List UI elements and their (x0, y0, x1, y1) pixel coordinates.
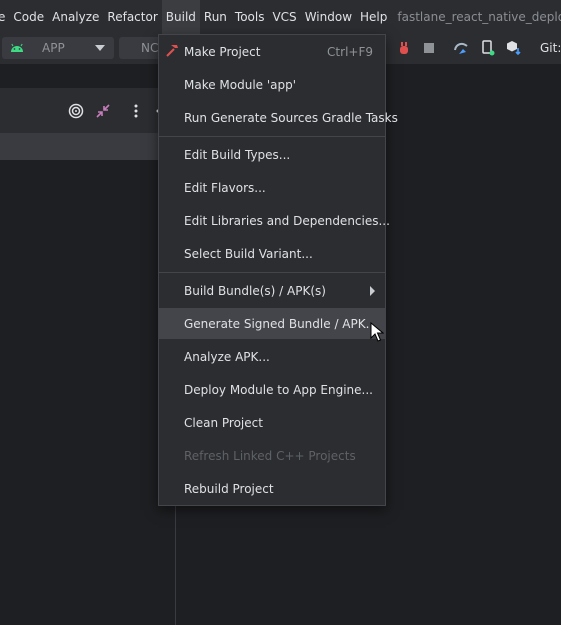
menu-item-edit-flavors[interactable]: Edit Flavors... (159, 172, 385, 203)
collapse-all-icon[interactable] (95, 103, 111, 119)
menu-item-run-generate-sources[interactable]: Run Generate Sources Gradle Tasks (159, 102, 398, 133)
menu-item-edit-libraries[interactable]: Edit Libraries and Dependencies... (159, 205, 390, 236)
sdk-manager-icon[interactable] (506, 40, 522, 56)
menu-item-label: Refresh Linked C++ Projects (184, 448, 356, 463)
menu-item-label: Rebuild Project (184, 481, 274, 496)
menu-refactor[interactable]: Refactor (103, 0, 161, 34)
menu-item-edit-build-types[interactable]: Edit Build Types... (159, 139, 385, 170)
project-tool-window-subheader (0, 133, 175, 160)
menu-vcs[interactable]: VCS (268, 0, 300, 34)
project-title: fastlane_react_native_deployn (397, 10, 561, 24)
target-icon[interactable] (68, 103, 84, 119)
menu-item-rebuild-project[interactable]: Rebuild Project (159, 473, 385, 504)
project-tool-window (0, 88, 175, 625)
stop-icon[interactable] (421, 40, 437, 56)
more-options-icon[interactable] (128, 103, 144, 119)
menu-item-clean-project[interactable]: Clean Project (159, 407, 385, 438)
menu-item-label: Select Build Variant... (184, 246, 313, 261)
menu-item-label: Clean Project (184, 415, 263, 430)
chevron-down-icon (95, 45, 105, 51)
menu-code[interactable]: Code (9, 0, 48, 34)
run-configuration-label: APP (42, 41, 65, 55)
menu-item-label: Deploy Module to App Engine... (184, 382, 373, 397)
attach-debugger-icon[interactable] (396, 40, 412, 56)
device-manager-icon[interactable] (480, 40, 496, 56)
chevron-right-icon (370, 285, 375, 296)
menu-help[interactable]: Help (356, 0, 391, 34)
menu-item-label: Make Module 'app' (184, 77, 297, 92)
mouse-cursor-icon (370, 322, 384, 342)
menu-item-refresh-linked-cpp: Refresh Linked C++ Projects (159, 440, 385, 471)
shortcut-label: Ctrl+F9 (327, 44, 373, 59)
run-configuration-selector[interactable]: APP (2, 37, 114, 59)
build-menu-dropdown: Make Project Ctrl+F9 Make Module 'app' R… (158, 34, 398, 506)
menu-edit[interactable]: e (0, 0, 9, 34)
menu-item-generate-signed-bundle[interactable]: Generate Signed Bundle / APK... (159, 308, 385, 339)
menu-tools[interactable]: Tools (231, 0, 269, 34)
menu-item-make-module[interactable]: Make Module 'app' (159, 69, 385, 100)
menu-item-label: Make Project (184, 44, 261, 59)
menu-item-analyze-apk[interactable]: Analyze APK... (159, 341, 385, 372)
main-menu-bar: e Code Analyze Refactor Build Run Tools … (0, 0, 561, 34)
menu-run[interactable]: Run (200, 0, 231, 34)
sync-gradle-icon[interactable] (453, 40, 469, 56)
menu-build[interactable]: Build (161, 0, 200, 34)
android-icon (11, 43, 23, 52)
menu-item-label: Build Bundle(s) / APK(s) (184, 283, 326, 298)
menu-window[interactable]: Window (301, 0, 356, 34)
project-tool-window-header (0, 88, 175, 133)
menu-item-label: Generate Signed Bundle / APK... (184, 316, 378, 331)
menu-item-build-bundles-apks[interactable]: Build Bundle(s) / APK(s) (159, 275, 385, 306)
menu-item-deploy-app-engine[interactable]: Deploy Module to App Engine... (159, 374, 385, 405)
menu-separator (159, 272, 385, 273)
menu-item-make-project[interactable]: Make Project Ctrl+F9 (159, 36, 385, 67)
menu-item-label: Run Generate Sources Gradle Tasks (184, 110, 398, 125)
menu-item-label: Analyze APK... (184, 349, 270, 364)
git-label: Git: (540, 41, 561, 55)
menu-item-label: Edit Build Types... (184, 147, 291, 162)
menu-analyze[interactable]: Analyze (48, 0, 103, 34)
menu-item-label: Edit Libraries and Dependencies... (184, 213, 390, 228)
menu-separator (159, 136, 385, 137)
menu-item-select-build-variant[interactable]: Select Build Variant... (159, 238, 385, 269)
menu-item-label: Edit Flavors... (184, 180, 266, 195)
